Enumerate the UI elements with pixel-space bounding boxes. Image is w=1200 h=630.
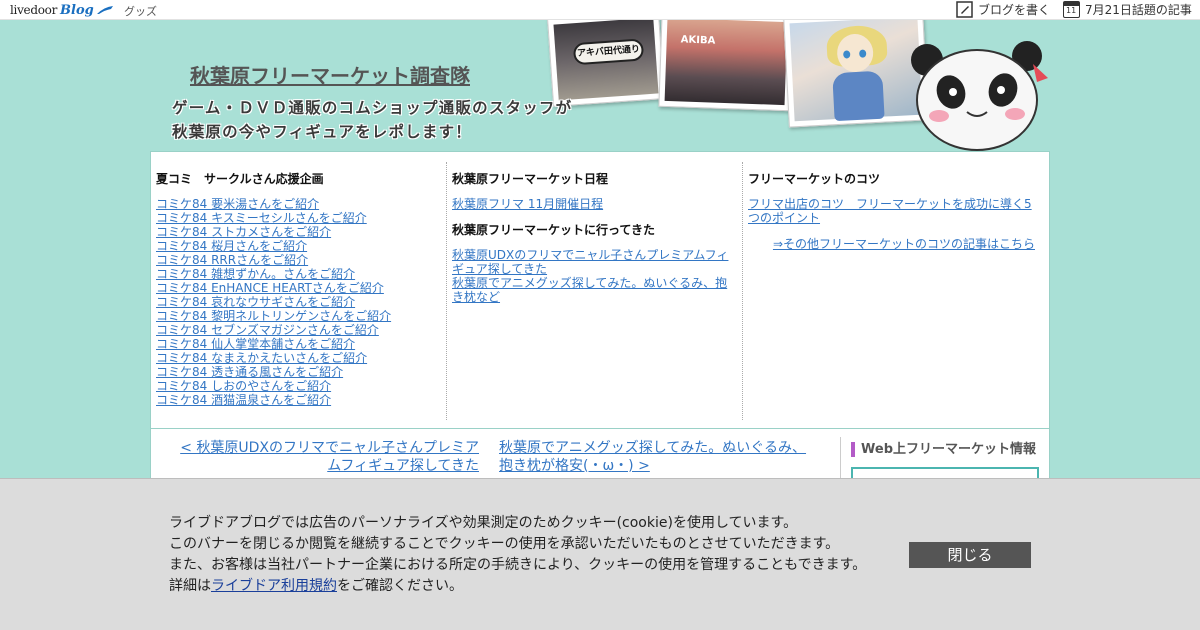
comiket-link[interactable]: コミケ84 キスミーセシルさんをご紹介 [156,211,442,225]
comiket-link[interactable]: コミケ84 黎明ネルトリンゲンさんをご紹介 [156,309,442,323]
next-article-link[interactable]: 秋葉原でアニメグッズ探してみた。ぬいぐるみ、抱き枕が格安(・ω・) > [499,439,819,475]
visited-link-anime-goods[interactable]: 秋葉原でアニメグッズ探してみた。ぬいぐるみ、抱き枕など [452,276,738,304]
cookie-line-3: また、お客様は当社パートナー企業における所定の手続きにより、クッキーの使用を管理… [169,557,867,573]
column-comiket: 夏コミ サークルさん応援企画 コミケ84 要米湯さんをご紹介 コミケ84 キスミ… [151,162,447,420]
comiket-link[interactable]: コミケ84 哀れなウサギさんをご紹介 [156,295,442,309]
panda-mascot-icon [911,41,1048,151]
street-sign-text: アキバ田代通り [572,38,645,66]
comiket-link[interactable]: コミケ84 要米湯さんをご紹介 [156,197,442,211]
tagline-line-1: ゲーム・ＤＶＤ通販のコムショップ通販のスタッフが [172,99,573,117]
today-topics-label: 7月21日話題の記事 [1085,3,1192,17]
comiket-link[interactable]: コミケ84 EnHANCE HEARTさんをご紹介 [156,281,442,295]
write-blog-link[interactable]: ブログを書く [956,1,1050,18]
comiket-link[interactable]: コミケ84 RRRさんをご紹介 [156,253,442,267]
comiket-link[interactable]: コミケ84 セブンズマガジンさんをご紹介 [156,323,442,337]
prev-article-link[interactable]: < 秋葉原UDXのフリマでニャル子さんプレミアムフィギュア探してきた [171,439,479,475]
livedoor-blog-logo[interactable]: livedoor Blog [10,1,114,19]
blog-header: アキバ田代通り AKIBA 秋葉原フリーマーケット調査隊 ゲーム・ＤＶＤ通販のコ… [150,20,1050,152]
comiket-link[interactable]: コミケ84 しおのやさんをご紹介 [156,379,442,393]
edit-icon [956,1,973,18]
sidebar-title: Web上フリーマーケット情報 [851,442,1036,457]
comiket-link[interactable]: コミケ84 透き通る風さんをご紹介 [156,365,442,379]
column-flea-market: 秋葉原フリーマーケット日程 秋葉原フリマ 11月開催日程 秋葉原フリーマーケット… [447,162,743,420]
visited-link-udx[interactable]: 秋葉原UDXのフリマでニャル子さんプレミアムフィギュア探してきた [452,248,738,276]
comiket-link[interactable]: コミケ84 仙人掌堂本舗さんをご紹介 [156,337,442,351]
column-tips: フリーマーケットのコツ フリマ出店のコツ フリーマーケットを成功に導く5つのポイ… [743,162,1039,420]
schedule-link[interactable]: 秋葉原フリマ 11月開催日程 [452,197,738,211]
comiket-link[interactable]: コミケ84 酒猫温泉さんをご紹介 [156,393,442,407]
visited-heading: 秋葉原フリーマーケットに行ってきた [452,223,656,237]
comiket-link[interactable]: コミケ84 ストカメさんをご紹介 [156,225,442,239]
more-tips-link[interactable]: ⇒その他フリーマーケットのコツの記事はこちら [748,237,1035,251]
write-blog-label: ブログを書く [978,3,1051,17]
close-cookie-button[interactable]: 閉じる [909,542,1031,568]
topbar-goods-link[interactable]: グッズ [124,3,157,19]
cookie-banner: ライブドアブログでは広告のパーソナライズや効果測定のためクッキー(cookie)… [0,478,1200,630]
header-photo-street: アキバ田代通り [547,20,665,107]
cookie-line-1: ライブドアブログでは広告のパーソナライズや効果測定のためクッキー(cookie)… [169,515,798,531]
cookie-notice-text: ライブドアブログでは広告のパーソナライズや効果測定のためクッキー(cookie)… [169,513,866,597]
cookie-line-2: このバナーを閉じるか閲覧を継続することでクッキーの使用を承認いただいたものとさせ… [169,536,840,552]
cookie-line-4: 詳細はライブドア利用規約をご確認ください。 [169,576,866,597]
site-tagline: ゲーム・ＤＶＤ通販のコムショップ通販のスタッフが 秋葉原の今やフィギュアをレポし… [172,96,572,144]
featured-links-box: 夏コミ サークルさん応援企画 コミケ84 要米湯さんをご紹介 コミケ84 キスミ… [150,151,1050,429]
livedoor-topbar: livedoor Blog グッズ ブログを書く 11 7月21日話題の記事 [0,0,1200,20]
calendar-icon: 11 [1063,1,1080,18]
comiket-link[interactable]: コミケ84 なまえかえたいさんをご紹介 [156,351,442,365]
tips-heading: フリーマーケットのコツ [748,172,881,186]
terms-link[interactable]: ライブドア利用規約 [211,578,337,594]
tips-link[interactable]: フリマ出店のコツ フリーマーケットを成功に導く5つのポイント [748,197,1035,225]
site-title[interactable]: 秋葉原フリーマーケット調査隊 [190,60,470,89]
pen-swoosh-icon [96,6,113,14]
calendar-day: 11 [1066,6,1077,15]
header-photo-store: AKIBA [658,20,794,112]
column-comiket-heading: 夏コミ サークルさん応援企画 [156,172,324,186]
logo-livedoor-text: livedoor [10,3,58,17]
schedule-heading: 秋葉原フリーマーケット日程 [452,172,609,186]
logo-blog-text: Blog [60,2,94,18]
today-topics-link[interactable]: 11 7月21日話題の記事 [1063,1,1192,18]
comiket-link[interactable]: コミケ84 桜月さんをご紹介 [156,239,442,253]
cookie-line-4-suffix: をご確認ください。 [337,578,463,594]
tagline-line-2: 秋葉原の今やフィギュアをレポします！ [172,123,472,141]
cookie-line-4-prefix: 詳細は [169,578,211,594]
comiket-link[interactable]: コミケ84 雑想ずかん。さんをご紹介 [156,267,442,281]
store-sign-text: AKIBA [680,34,716,47]
